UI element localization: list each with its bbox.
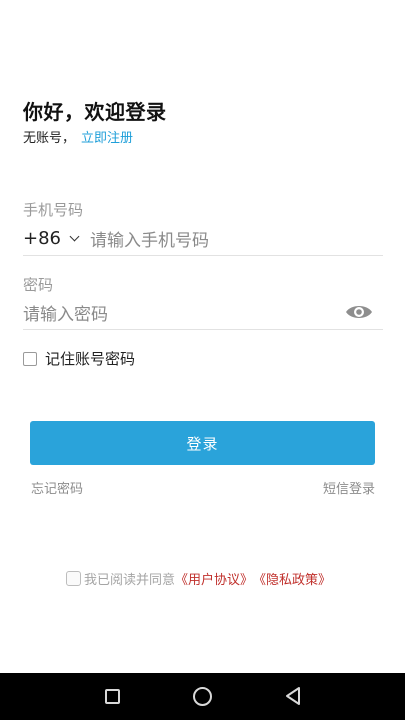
password-input[interactable]: 请输入密码 bbox=[23, 300, 108, 325]
no-account-text: 无账号， bbox=[23, 131, 76, 146]
password-input-row: 请输入密码 bbox=[23, 296, 383, 330]
back-icon[interactable] bbox=[283, 686, 303, 706]
agreement-prefix: 我已阅读并同意 bbox=[84, 573, 176, 588]
country-code-value: +86 bbox=[23, 228, 61, 249]
privacy-policy-link[interactable]: 《隐私政策》 bbox=[253, 569, 331, 588]
remember-label: 记住账号密码 bbox=[45, 350, 136, 368]
recent-apps-icon[interactable] bbox=[105, 689, 120, 704]
phone-input-row: +86 请输入手机号码 bbox=[23, 222, 383, 256]
remember-checkbox[interactable] bbox=[23, 351, 37, 366]
forgot-password-link[interactable]: 忘记密码 bbox=[31, 478, 83, 497]
register-line: 无账号， 立即注册 bbox=[23, 127, 133, 146]
system-nav-bar bbox=[0, 673, 405, 720]
register-link[interactable]: 立即注册 bbox=[81, 131, 133, 146]
password-label: 密码 bbox=[23, 276, 54, 294]
login-button[interactable]: 登录 bbox=[30, 421, 375, 465]
sms-login-link[interactable]: 短信登录 bbox=[323, 478, 375, 497]
agreement-row: 我已阅读并同意 《用户协议》 《隐私政策》 bbox=[66, 569, 331, 588]
page-title: 你好，欢迎登录 bbox=[23, 100, 167, 124]
remember-checkbox-row[interactable]: 记住账号密码 bbox=[23, 348, 135, 369]
home-icon[interactable] bbox=[193, 687, 212, 706]
user-agreement-link[interactable]: 《用户协议》 bbox=[175, 569, 253, 588]
phone-input[interactable]: 请输入手机号码 bbox=[90, 226, 209, 251]
country-code-select[interactable]: +86 bbox=[23, 228, 90, 249]
agreement-checkbox[interactable] bbox=[66, 571, 81, 586]
phone-label: 手机号码 bbox=[23, 201, 84, 219]
chevron-down-icon bbox=[69, 231, 80, 242]
eye-icon[interactable] bbox=[345, 302, 373, 322]
